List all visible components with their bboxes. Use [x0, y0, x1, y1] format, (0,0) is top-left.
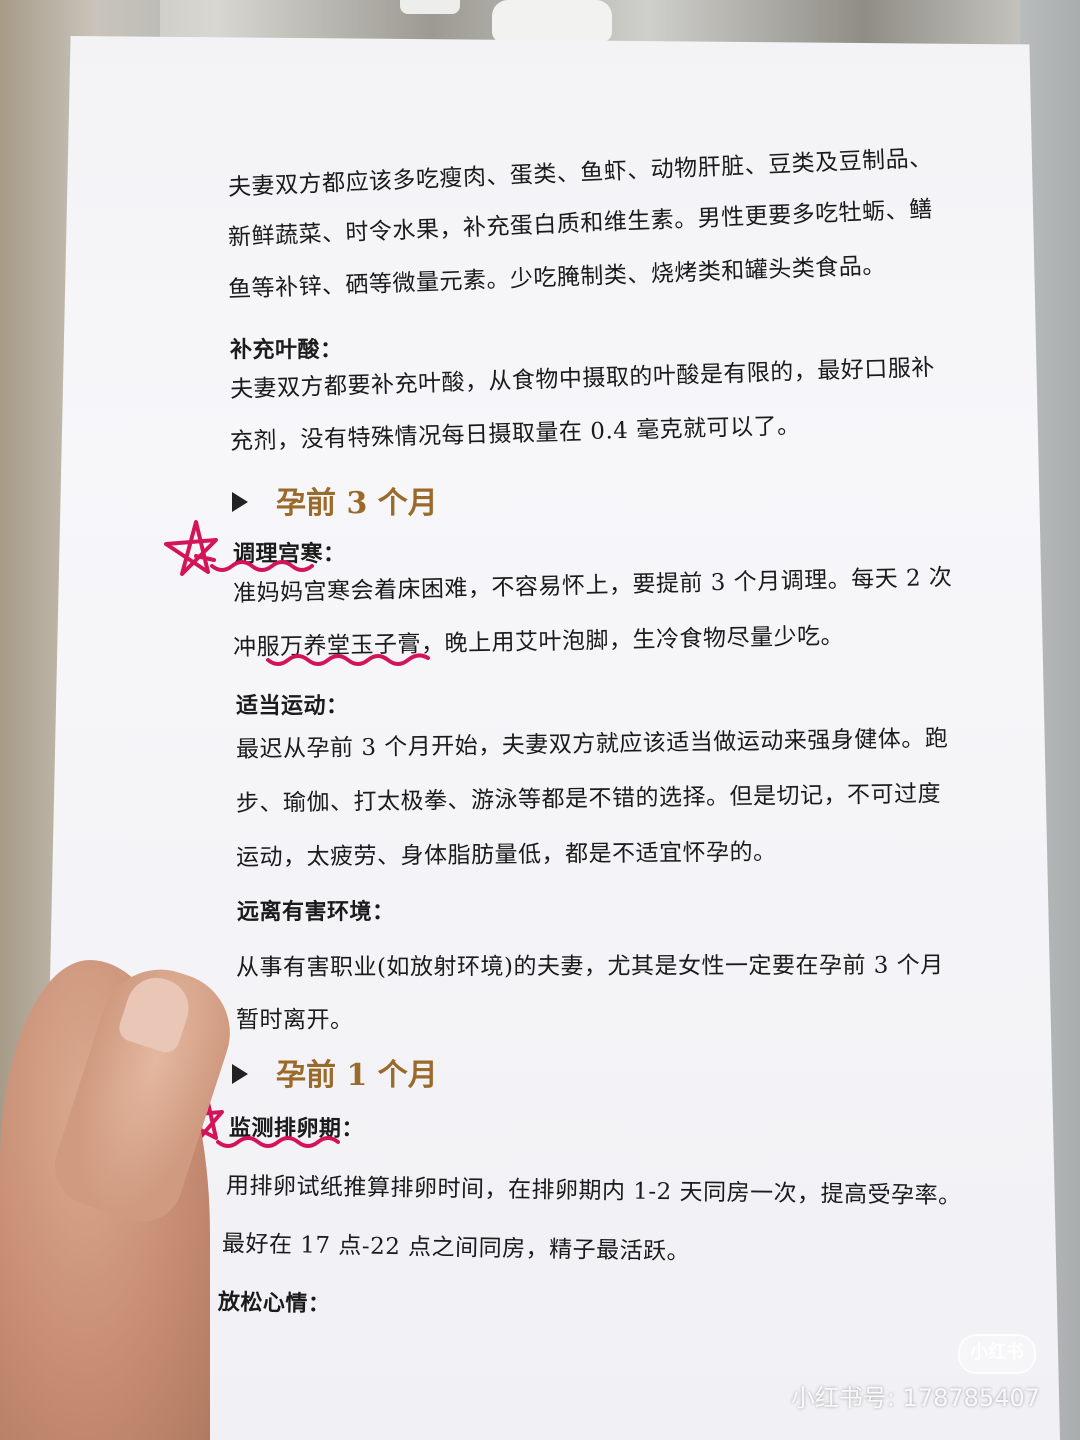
watermark-id: 小红书号: 178785407 [790, 1384, 1040, 1412]
watermark-logo: 小红书 [958, 1334, 1036, 1374]
wavy-underline [216, 1136, 340, 1148]
wavy-underline [266, 653, 430, 666]
star-mark-icon [164, 520, 218, 576]
wavy-underline [210, 560, 314, 572]
